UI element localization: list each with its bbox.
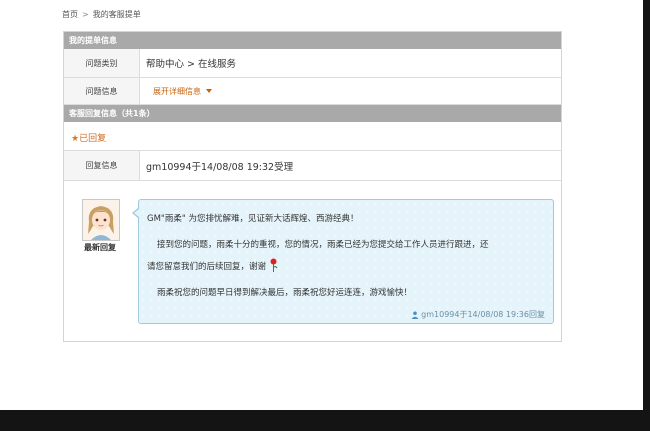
reply-section-header: 客服回复信息（共1条） <box>64 105 561 122</box>
message-body-line1: 接到您的问题，雨柔十分的重视，您的情况，雨柔已经为您提交给工作人员进行跟进，还 <box>157 240 489 250</box>
rose-icon <box>269 258 278 275</box>
breadcrumb-separator: > <box>82 10 89 19</box>
expand-details-label: 展开详细信息 <box>153 86 201 96</box>
question-category-value: 帮助中心 > 在线服务 <box>146 59 236 70</box>
ticket-section-header: 我的提单信息 <box>64 32 561 49</box>
user-icon <box>411 311 419 319</box>
question-info-label: 问题信息 <box>64 78 140 104</box>
window-right-edge <box>643 0 650 410</box>
reply-info-value: gm10994于14/08/08 19:32受理 <box>146 161 294 173</box>
taskbar <box>0 410 650 431</box>
message-closing: 雨柔祝您的问题早日得到解决最后，雨柔祝您好运连连，游戏愉快！ <box>157 288 413 298</box>
breadcrumb-current: 我的客服提单 <box>92 10 141 19</box>
avatar <box>82 199 120 241</box>
reply-message-bubble: GM"雨柔" 为您排忧解难，见证新大话辉煌、西游经典！ 接到您的问题，雨柔十分的… <box>138 199 554 324</box>
question-info-value: 展开详细信息 <box>146 78 212 104</box>
reply-signature: gm10994于14/08/08 19:36回复 <box>411 309 545 320</box>
star-icon: ★ <box>71 134 80 144</box>
breadcrumb: 首页 > 我的客服提单 <box>62 9 141 20</box>
breadcrumb-home-link[interactable]: 首页 <box>62 10 78 19</box>
chevron-down-icon <box>206 89 212 93</box>
reply-info-label: 回复信息 <box>64 151 140 180</box>
row-question-info: 问题信息 展开详细信息 <box>64 78 561 105</box>
expand-details-button[interactable]: 展开详细信息 <box>146 86 212 97</box>
row-reply-info: 回复信息 gm10994于14/08/08 19:32受理 <box>64 150 561 181</box>
reply-signature-text: gm10994于14/08/08 19:36回复 <box>421 310 545 319</box>
gm-avatar-icon <box>83 200 119 240</box>
avatar-label: 最新回复 <box>84 243 116 252</box>
message-greeting: GM"雨柔" 为您排忧解难，见证新大话辉煌、西游经典！ <box>147 214 359 224</box>
question-category-label: 问题类别 <box>64 49 140 77</box>
message-body-line2: 请您留意我们的后续回复，谢谢 <box>147 258 278 275</box>
ticket-panel: 我的提单信息 问题类别 帮助中心 > 在线服务 问题信息 展开详细信息 客服回复… <box>63 31 562 342</box>
status-badge: ★已回复 <box>71 131 106 144</box>
row-question-category: 问题类别 帮助中心 > 在线服务 <box>64 49 561 78</box>
status-text: 已回复 <box>79 134 107 144</box>
message-body-line2-text: 请您留意我们的后续回复，谢谢 <box>147 262 267 272</box>
bubble-pointer-inner <box>134 209 139 217</box>
